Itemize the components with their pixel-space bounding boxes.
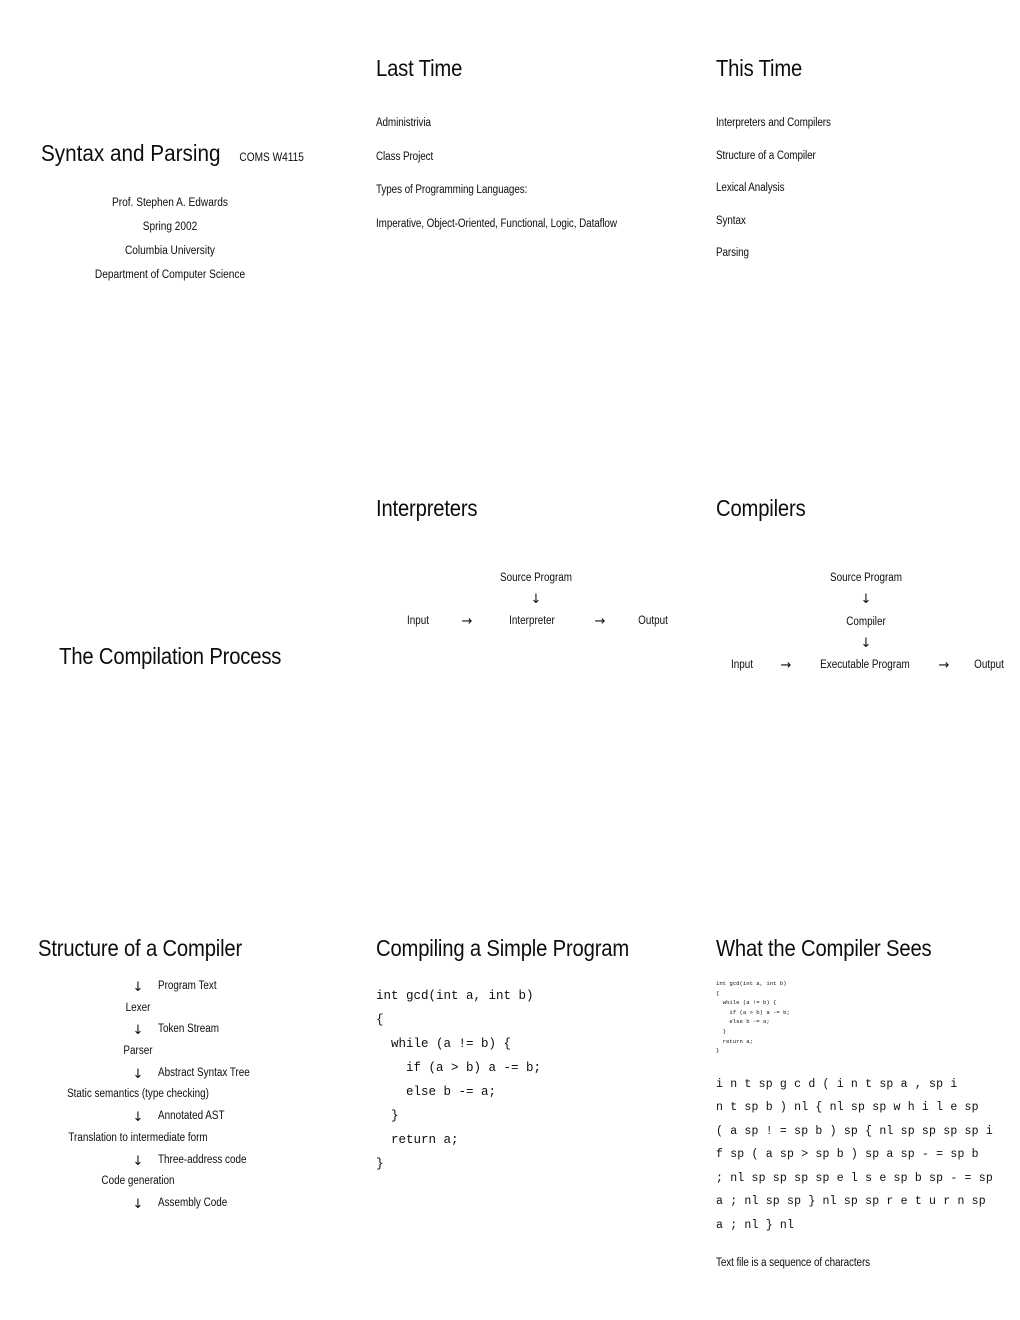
- slide-heading-this-time: This Time: [716, 55, 803, 81]
- slide-interpreters: Interpreters Source Program ↓ Input → In…: [376, 495, 696, 631]
- pipeline-row: ↓ Token Stream: [38, 1023, 368, 1045]
- slide-heading-structure: Structure of a Compiler: [38, 935, 243, 961]
- slide-heading-compilers: Compilers: [716, 495, 806, 521]
- pipeline-stage: Static semantics (type checking): [67, 1088, 209, 1101]
- slide-heading-what-compiler-sees: What the Compiler Sees: [716, 935, 932, 961]
- slide-compilation-process: The Compilation Process: [20, 643, 320, 670]
- pipeline-artifact: Annotated AST: [158, 1110, 225, 1123]
- diagram-executable-program-label: Executable Program: [820, 659, 910, 671]
- diagram-input-label: Input: [406, 615, 429, 627]
- interpreter-diagram: Source Program ↓ Input → Interpreter → O…: [376, 567, 696, 631]
- pipeline-stage: Translation to intermediate form: [68, 1131, 208, 1144]
- this-time-list: Interpreters and Compilers Structure of …: [716, 107, 1016, 270]
- list-item: Structure of a Compiler: [716, 149, 816, 162]
- diagram-output-label: Output: [638, 615, 668, 627]
- source-code-block: int gcd(int a, int b) { while (a != b) {…: [376, 989, 542, 1171]
- slide-title: Syntax and Parsing COMS W4115 Prof. Step…: [20, 125, 320, 287]
- last-time-list: Administrivia Class Project Types of Pro…: [376, 107, 696, 241]
- slide-compilers: Compilers Source Program ↓ Compiler ↓ In…: [716, 495, 1016, 675]
- department: Department of Computer Science: [94, 269, 246, 281]
- list-item: Interpreters and Compilers: [716, 117, 831, 129]
- instructor-name: Prof. Stephen A. Edwards: [112, 197, 228, 209]
- diagram-compiler-label: Compiler: [846, 616, 886, 628]
- character-stream-block: i n t sp g c d ( i n t sp a , sp i n t s…: [716, 1077, 993, 1232]
- right-arrow-icon: →: [938, 657, 950, 673]
- diagram-interpreter-label: Interpreter: [509, 615, 555, 627]
- diagram-input-label: Input: [730, 659, 753, 671]
- pipeline-stage: Lexer: [125, 1001, 151, 1014]
- pipeline-row: Code generation: [38, 1175, 368, 1197]
- slide-heading-compilation-process: The Compilation Process: [58, 643, 282, 669]
- compiler-diagram: Source Program ↓ Compiler ↓ Input → Exec…: [716, 567, 1016, 675]
- presentation-title: Syntax and Parsing: [41, 140, 221, 166]
- course-code: COMS W4115: [239, 152, 305, 164]
- pipeline-row: ↓ Abstract Syntax Tree: [38, 1067, 368, 1089]
- list-item: Class Project: [376, 150, 434, 163]
- list-item: Lexical Analysis: [716, 182, 785, 195]
- pipeline-artifact: Token Stream: [158, 1023, 220, 1036]
- pipeline-artifact: Three-address code: [158, 1153, 247, 1166]
- source-code-block-small: int gcd(int a, int b) { while (a != b) {…: [716, 980, 790, 1055]
- slide-what-the-compiler-sees: What the Compiler Sees int gcd(int a, in…: [716, 935, 1016, 1269]
- down-arrow-icon: ↓: [860, 636, 872, 651]
- author-block: Prof. Stephen A. Edwards Spring 2002 Col…: [20, 191, 320, 287]
- pipeline-row: ↓ Annotated AST: [38, 1110, 368, 1132]
- pipeline-row: Translation to intermediate form: [38, 1132, 368, 1154]
- pipeline-row: ↓ Program Text: [38, 980, 368, 1002]
- slide-last-time: Last Time Administrivia Class Project Ty…: [376, 55, 696, 241]
- compiler-flow-row: Input → Executable Program → Output: [716, 655, 1016, 675]
- slide-heading-interpreters: Interpreters: [376, 495, 478, 521]
- pipeline-stage: Parser: [123, 1045, 153, 1058]
- pipeline-row: ↓ Assembly Code: [38, 1197, 368, 1219]
- slide-compiling-a-simple-program: Compiling a Simple Program int gcd(int a…: [376, 935, 696, 1176]
- interpreter-flow-row: Input → Interpreter → Output: [376, 611, 696, 631]
- character-stream-caption: Text file is a sequence of characters: [716, 1257, 871, 1270]
- list-item: Syntax: [716, 214, 746, 227]
- pipeline-row: ↓ Three-address code: [38, 1154, 368, 1176]
- list-item: Types of Programming Languages:: [376, 184, 528, 196]
- pipeline-row: Parser: [38, 1045, 368, 1067]
- pipeline-artifact: Program Text: [158, 980, 217, 992]
- slide-heading-compiling-simple-program: Compiling a Simple Program: [376, 935, 630, 961]
- down-arrow-icon: ↓: [530, 592, 542, 607]
- diagram-source-program-label: Source Program: [829, 572, 902, 584]
- pipeline-stage: Code generation: [101, 1175, 175, 1188]
- down-arrow-icon: ↓: [860, 592, 872, 607]
- slide-structure-of-a-compiler: Structure of a Compiler ↓ Program Text L…: [38, 935, 368, 1219]
- right-arrow-icon: →: [780, 657, 792, 673]
- pipeline-row: Static semantics (type checking): [38, 1088, 368, 1110]
- list-item: Imperative, Object-Oriented, Functional,…: [376, 217, 617, 230]
- list-item: Parsing: [716, 247, 749, 260]
- diagram-output-label: Output: [974, 659, 1004, 671]
- compiler-pipeline: ↓ Program Text Lexer ↓ Token Stream Pars…: [38, 980, 368, 1219]
- right-arrow-icon: →: [461, 613, 473, 629]
- pipeline-artifact: Assembly Code: [158, 1196, 228, 1209]
- term: Spring 2002: [142, 221, 198, 233]
- diagram-source-program-label: Source Program: [499, 572, 572, 584]
- university: Columbia University: [124, 245, 215, 257]
- slide-heading-last-time: Last Time: [376, 55, 463, 81]
- pipeline-row: Lexer: [38, 1002, 368, 1024]
- list-item: Administrivia: [376, 117, 431, 129]
- pipeline-artifact: Abstract Syntax Tree: [158, 1066, 250, 1079]
- slide-this-time: This Time Interpreters and Compilers Str…: [716, 55, 1016, 270]
- right-arrow-icon: →: [594, 613, 606, 629]
